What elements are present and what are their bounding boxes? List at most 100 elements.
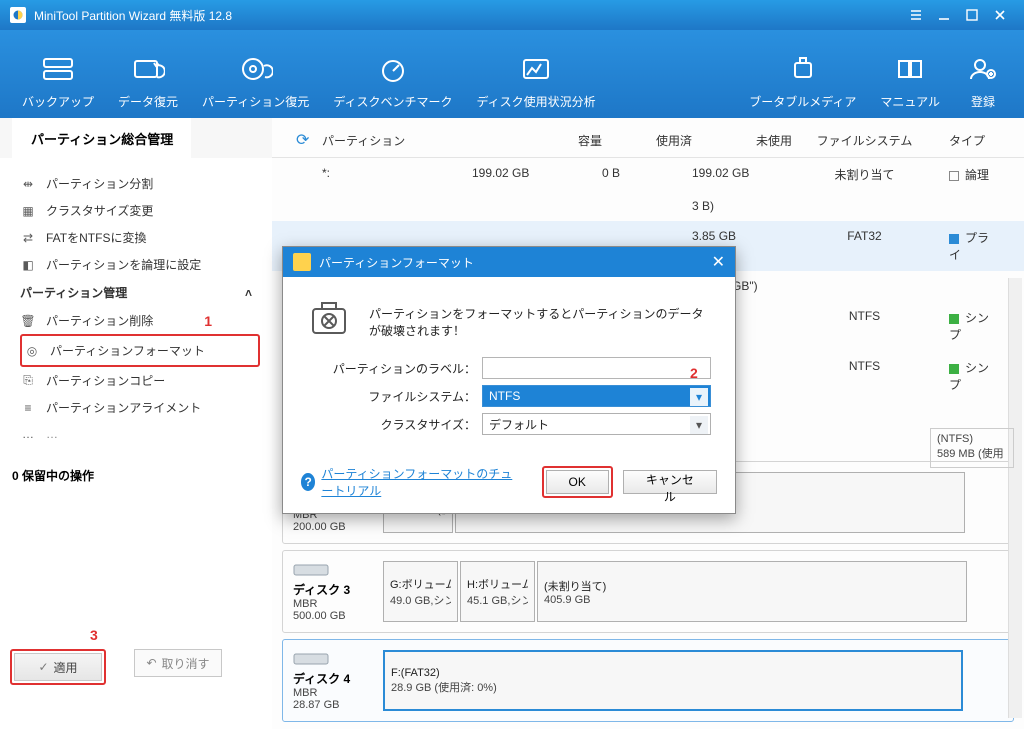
sidebar-group-manage[interactable]: パーティション管理 ˄ [0, 278, 272, 307]
benchmark-icon [374, 53, 412, 85]
hdr-type: タイプ [937, 132, 997, 149]
disk-icon [293, 650, 329, 668]
tutorial-link[interactable]: パーティションフォーマットのチュートリアル [321, 465, 521, 499]
manual-label: マニュアル [880, 93, 940, 110]
apply-button[interactable]: ✓ 適用 [14, 653, 102, 681]
highlight-apply: ✓ 適用 [10, 649, 106, 685]
copy-icon: ⎘ [20, 373, 36, 389]
chevron-up-icon: ˄ [245, 286, 252, 300]
help-icon: ? [301, 473, 315, 491]
undo-label: 取り消す [162, 655, 210, 672]
chevron-down-icon: ▾ [690, 388, 708, 406]
sidebar-item-delete[interactable]: 🗑 パーティション削除 [0, 307, 204, 334]
sidebar-item-copy[interactable]: ⎘ パーティションコピー [0, 367, 272, 394]
check-icon: ✓ [38, 660, 48, 674]
partition-recovery-button[interactable]: パーティション復元 [190, 38, 321, 110]
manual-button[interactable]: マニュアル [868, 38, 952, 110]
disk-info: ディスク 3MBR500.00 GB [293, 561, 373, 622]
fs-value: NTFS [489, 389, 520, 403]
undo-button[interactable]: ↶ 取り消す [134, 649, 222, 677]
sidebar-item-more[interactable]: …… [0, 421, 272, 447]
partition-bar[interactable]: G:ボリューム (N49.0 GB,シン [383, 561, 458, 622]
dialog-titlebar: パーティションフォーマット ✕ [283, 247, 735, 277]
dialog-title-text: パーティションフォーマット [319, 254, 474, 271]
highlight-format: ◎パーティションフォーマット [20, 334, 260, 367]
cancel-button[interactable]: キャンセル [623, 470, 717, 494]
format-label: パーティションフォーマット [50, 342, 205, 359]
scrollbar[interactable] [1008, 278, 1022, 718]
partition-bar[interactable]: F:(FAT32)28.9 GB (使用済: 0%) [383, 650, 963, 711]
dialog-close-button[interactable]: ✕ [712, 252, 725, 272]
bootable-label: ブータブルメディア [749, 93, 856, 110]
dialog-icon [293, 253, 311, 271]
sidebar-item-logical[interactable]: ◧パーティションを論理に設定 [0, 251, 272, 278]
benchmark-label: ディスクベンチマーク [333, 93, 452, 110]
split-label: パーティション分割 [46, 175, 153, 192]
fat-ntfs-label: FATをNTFSに変換 [46, 229, 146, 246]
sidebar-item-align[interactable]: ≡パーティションアライメント [0, 394, 272, 421]
bootable-media-button[interactable]: ブータブルメディア [737, 38, 868, 110]
dialog-warning-text: パーティションをフォーマットするとパーティションのデータが破壊されます！ [369, 295, 711, 339]
annotation-3: 3 [90, 627, 98, 643]
table-row[interactable]: 3 B) [272, 191, 1024, 221]
sidebar: パーティション総合管理 ⇹パーティション分割 ▦クラスタサイズ変更 ⇄ FATをN… [0, 118, 272, 729]
disk-benchmark-button[interactable]: ディスクベンチマーク [321, 38, 464, 110]
sidebar-tab-main[interactable]: パーティション総合管理 [12, 118, 191, 158]
maximize-button[interactable] [958, 8, 986, 22]
fs-select[interactable]: NTFS ▾ [482, 385, 711, 407]
register-button[interactable]: 登録 [952, 38, 1014, 110]
disk-info: ディスク 4MBR28.87 GB [293, 650, 373, 711]
sidebar-tabs: パーティション総合管理 [0, 118, 272, 158]
partition-label-input[interactable] [482, 357, 711, 379]
disk-block[interactable]: ディスク 3MBR500.00 GBG:ボリューム (N49.0 GB,シンH:… [282, 550, 1014, 633]
data-recovery-button[interactable]: データ復元 [106, 38, 190, 110]
partition-bar[interactable]: (未割り当て)405.9 GB [537, 561, 967, 622]
backup-icon [39, 53, 77, 85]
backup-button[interactable]: バックアップ [10, 38, 106, 110]
trash-icon: 🗑 [20, 313, 36, 329]
disk-block[interactable]: ディスク 4MBR28.87 GBF:(FAT32)28.9 GB (使用済: … [282, 639, 1014, 722]
partition-fragment: (NTFS) 589 MB (使用 [930, 428, 1014, 468]
space-analyzer-button[interactable]: ディスク使用状況分析 [464, 38, 607, 110]
sidebar-item-format[interactable]: ◎パーティションフォーマット [24, 337, 256, 364]
annotation-1: 1 [204, 313, 212, 329]
partition-recovery-label: パーティション復元 [202, 93, 309, 110]
hdr-unused: 未使用 [692, 132, 792, 149]
minimize-button[interactable] [930, 8, 958, 22]
table-row[interactable]: *:199.02 GB0 B199.02 GB未割り当て論理 [272, 158, 1024, 191]
logical-label: パーティションを論理に設定 [46, 256, 201, 273]
register-label: 登録 [971, 93, 995, 110]
refresh-icon[interactable]: ⟳ [296, 130, 309, 150]
ok-button[interactable]: OK [546, 470, 609, 494]
backup-label: バックアップ [22, 93, 94, 110]
cluster-select[interactable]: デフォルト ▾ [482, 413, 711, 435]
partition-grid-header: パーティション 容量 使用済 未使用 ファイルシステム タイプ [272, 126, 1024, 158]
warning-icon [307, 295, 351, 339]
group-manage-label: パーティション管理 [20, 284, 127, 301]
sidebar-item-fat-ntfs[interactable]: ⇄ FATをNTFSに変換 [0, 224, 272, 251]
disk-icon [293, 561, 329, 579]
hdr-capacity: 容量 [472, 132, 602, 149]
menu-button[interactable] [902, 8, 930, 22]
partition-bar[interactable]: H:ボリューム (N45.1 GB,シン [460, 561, 535, 622]
delete-label: パーティション削除 [46, 312, 153, 329]
fat-ntfs-icon: ⇄ [20, 230, 36, 246]
sidebar-item-split[interactable]: ⇹パーティション分割 [0, 170, 272, 197]
partition-recovery-icon [237, 53, 275, 85]
more-icon: … [20, 426, 36, 442]
highlight-ok: OK [542, 466, 613, 498]
copy-label: パーティションコピー [46, 372, 165, 389]
align-label: パーティションアライメント [46, 399, 201, 416]
usb-icon [784, 53, 822, 85]
label-partition-label: パーティションのラベル： [307, 360, 482, 377]
sidebar-item-cluster[interactable]: ▦クラスタサイズ変更 [0, 197, 272, 224]
analyzer-label: ディスク使用状況分析 [476, 93, 595, 110]
close-button[interactable] [986, 8, 1014, 22]
data-recovery-label: データ復元 [118, 93, 178, 110]
chevron-down-icon: ▾ [690, 416, 708, 434]
more-label: … [46, 427, 58, 441]
data-recovery-icon [129, 53, 167, 85]
apply-label: 適用 [54, 659, 78, 676]
hdr-fs: ファイルシステム [792, 132, 937, 149]
undo-icon: ↶ [146, 656, 156, 670]
